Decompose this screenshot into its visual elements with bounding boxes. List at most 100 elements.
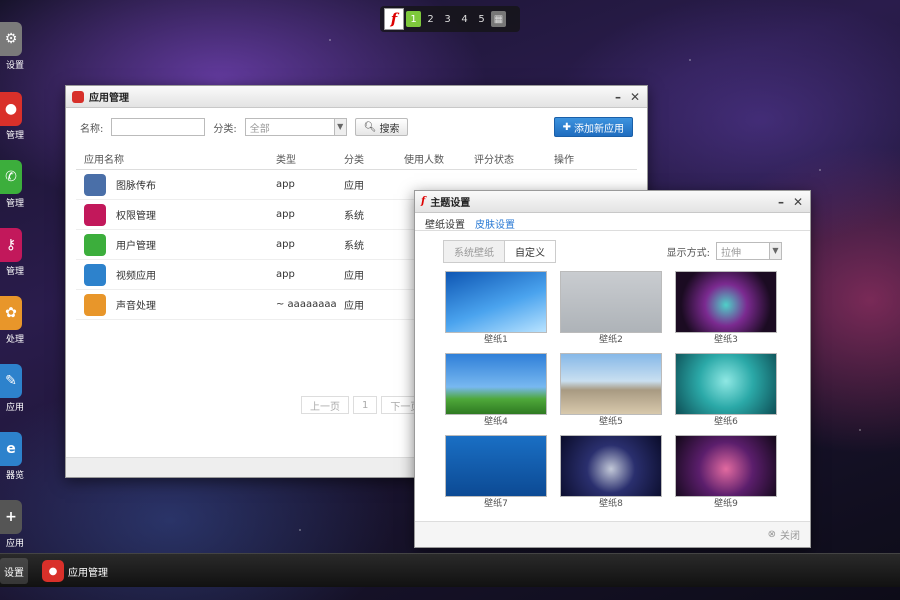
- app-row-icon: [84, 203, 106, 226]
- wallpaper-caption: 壁纸2: [599, 335, 623, 345]
- minimize-icon[interactable]: –: [612, 90, 624, 104]
- prev-page-button[interactable]: 上一页: [301, 396, 349, 414]
- row-category: 应用: [344, 181, 364, 192]
- grid-icon[interactable]: ▦: [491, 11, 506, 27]
- wallpaper-thumbnail[interactable]: [445, 271, 547, 333]
- wallpaper-item[interactable]: 壁纸9: [675, 435, 777, 511]
- wallpaper-caption: 壁纸7: [484, 499, 508, 509]
- workspace-2[interactable]: 2: [423, 11, 438, 27]
- wallpaper-grid: 壁纸1 壁纸2 壁纸3 壁纸4 壁纸5 壁纸6 壁纸7 壁纸8 壁纸9: [415, 271, 810, 511]
- taskbar-label: 应用管理: [68, 567, 108, 579]
- flash-icon[interactable]: f: [384, 8, 404, 30]
- column-type[interactable]: 类型: [276, 151, 344, 166]
- dock-item-video[interactable]: ✎ 应用: [0, 364, 24, 413]
- dock-item-browser[interactable]: e 器览: [0, 432, 24, 481]
- add-app-button[interactable]: ✚ 添加新应用: [553, 117, 633, 137]
- tab-wallpaper[interactable]: 壁纸设置: [425, 216, 465, 231]
- row-category: 系统: [344, 211, 364, 222]
- system-wallpaper-option[interactable]: 系统壁纸: [444, 240, 504, 262]
- ie-browser-icon: e: [0, 432, 22, 466]
- wallpaper-item[interactable]: 壁纸1: [445, 271, 547, 347]
- column-category[interactable]: 分类: [344, 151, 404, 166]
- app-row-icon: [84, 263, 106, 286]
- dock-label: 设置: [5, 61, 24, 71]
- app-manager-icon: [72, 90, 84, 103]
- wallpaper-item[interactable]: 壁纸7: [445, 435, 547, 511]
- wallpaper-caption: 壁纸6: [714, 417, 738, 427]
- flash-icon: f: [421, 196, 426, 207]
- chat-bubble-icon: ●: [42, 560, 64, 582]
- taskbar: 设置 ● 应用管理: [0, 553, 900, 587]
- chat-bubble-icon: ●: [0, 92, 22, 126]
- display-mode-label: 显示方式:: [666, 247, 710, 259]
- display-mode-select[interactable]: 拉伸 ▼: [716, 242, 782, 260]
- app-row-icon: [84, 233, 106, 256]
- wallpaper-thumbnail[interactable]: [560, 435, 662, 497]
- taskbar-item-settings[interactable]: 设置: [0, 558, 28, 584]
- pencil-icon: ✎: [0, 364, 22, 398]
- wallpaper-item[interactable]: 壁纸3: [675, 271, 777, 347]
- dock-item-app-manager[interactable]: ● 管理: [0, 92, 24, 141]
- wallpaper-thumbnail[interactable]: [560, 271, 662, 333]
- close-icon[interactable]: ✕: [792, 195, 804, 209]
- wallpaper-thumbnail[interactable]: [445, 353, 547, 415]
- wallpaper-item[interactable]: 壁纸5: [560, 353, 662, 429]
- workspace-4[interactable]: 4: [457, 11, 472, 27]
- wallpaper-controls: 系统壁纸 自定义 显示方式: 拉伸 ▼: [415, 231, 810, 271]
- column-rating[interactable]: 评分状态: [474, 151, 554, 166]
- minimize-icon[interactable]: –: [775, 195, 787, 209]
- workspace-switcher: f 1 2 3 4 5 ▦: [380, 6, 520, 32]
- tab-skin[interactable]: 皮肤设置: [475, 216, 515, 231]
- custom-wallpaper-option[interactable]: 自定义: [504, 240, 555, 262]
- wallpaper-caption: 壁纸1: [484, 335, 508, 345]
- dock-label: 处理: [5, 335, 24, 345]
- chevron-down-icon: ▼: [769, 243, 781, 259]
- table-header: 应用名称 类型 分类 使用人数 评分状态 操作: [76, 148, 637, 170]
- window-titlebar[interactable]: 应用管理 – ✕: [66, 86, 647, 108]
- wallpaper-thumbnail[interactable]: [560, 353, 662, 415]
- wallpaper-item[interactable]: 壁纸8: [560, 435, 662, 511]
- dock-label: 应用: [5, 539, 24, 549]
- workspace-3[interactable]: 3: [440, 11, 455, 27]
- wallpaper-source-toggle: 系统壁纸 自定义: [443, 239, 556, 263]
- row-type: app: [276, 269, 295, 280]
- close-button[interactable]: 关闭: [780, 527, 800, 542]
- dock-item-user-manager[interactable]: ✆ 管理: [0, 160, 24, 209]
- row-type: app: [276, 239, 295, 250]
- row-category: 系统: [344, 241, 364, 252]
- taskbar-item-app-manager[interactable]: ● 应用管理: [38, 558, 112, 584]
- app-row-icon: [84, 173, 106, 196]
- dock-item-permission[interactable]: ⚷ 管理: [0, 228, 24, 277]
- workspace-5[interactable]: 5: [474, 11, 489, 27]
- page-number[interactable]: 1: [353, 396, 378, 414]
- settings-tabs: 壁纸设置 皮肤设置: [415, 213, 810, 231]
- wallpaper-thumbnail[interactable]: [445, 435, 547, 497]
- dock-item-settings[interactable]: ⚙ 设置: [0, 22, 24, 71]
- window-titlebar[interactable]: f 主题设置 – ✕: [415, 191, 810, 213]
- search-button-label: 搜索: [379, 123, 400, 135]
- filter-bar: 名称: 分类: 全部 ▼ 🔍︎ 搜索 ✚ 添加新应用: [66, 108, 647, 146]
- category-label: 分类:: [213, 123, 237, 135]
- search-button[interactable]: 🔍︎ 搜索: [354, 118, 409, 136]
- dock-item-sound[interactable]: ✿ 处理: [0, 296, 24, 345]
- wallpaper-caption: 壁纸3: [714, 335, 738, 345]
- wallpaper-thumbnail[interactable]: [675, 435, 777, 497]
- plus-icon: +: [0, 500, 22, 534]
- category-select[interactable]: 全部 ▼: [244, 118, 347, 136]
- gear-icon: ⚙: [0, 22, 22, 56]
- search-icon: 🔍︎: [363, 121, 377, 133]
- wallpaper-item[interactable]: 壁纸2: [560, 271, 662, 347]
- wallpaper-item[interactable]: 壁纸4: [445, 353, 547, 429]
- row-category: 应用: [344, 271, 364, 282]
- column-name[interactable]: 应用名称: [76, 151, 276, 166]
- name-input[interactable]: [111, 118, 206, 136]
- workspace-1[interactable]: 1: [406, 11, 421, 27]
- dock-item-add-app[interactable]: + 应用: [0, 500, 24, 549]
- column-users[interactable]: 使用人数: [404, 151, 474, 166]
- close-icon[interactable]: ✕: [629, 90, 641, 104]
- wallpaper-thumbnail[interactable]: [675, 271, 777, 333]
- wallpaper-item[interactable]: 壁纸6: [675, 353, 777, 429]
- chevron-down-icon: ▼: [333, 119, 346, 135]
- row-name: 用户管理: [116, 241, 156, 252]
- wallpaper-thumbnail[interactable]: [675, 353, 777, 415]
